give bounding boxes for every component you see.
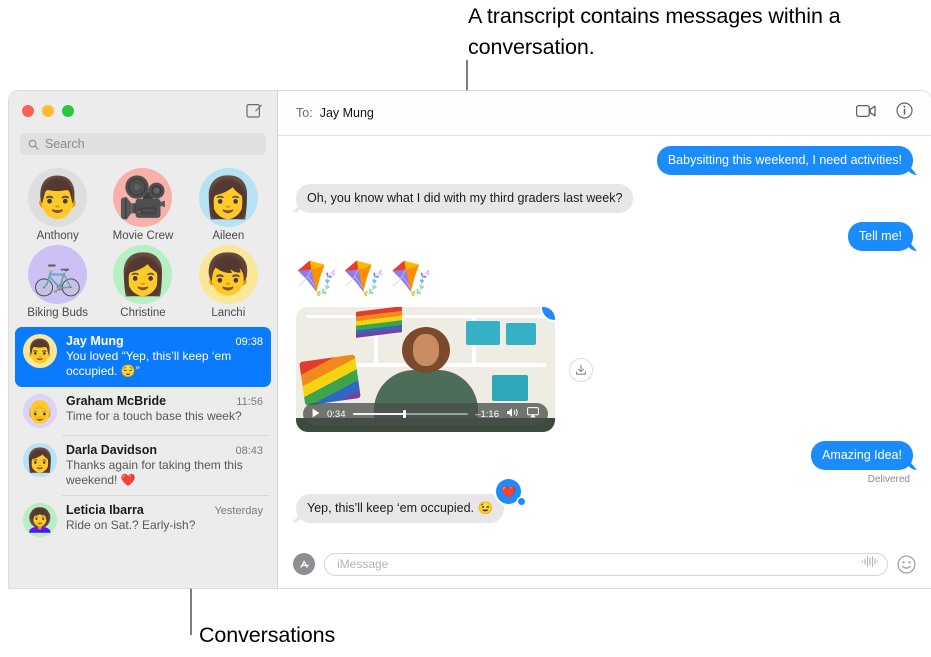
elapsed-time: 0:34 xyxy=(327,408,346,420)
maximize-button[interactable] xyxy=(62,104,74,117)
video-camera-icon[interactable] xyxy=(855,104,876,123)
conversation-list: 👨 Jay Mung 09:38 You loved “Yep, this’ll… xyxy=(9,325,277,588)
video-scrubber[interactable] xyxy=(352,410,469,419)
volume-icon[interactable] xyxy=(506,407,520,421)
pinned-conversations: 👨 Anthony 🎥 Movie Crew 👩 Aileen 🚲 Biking… xyxy=(9,164,277,325)
app-store-icon[interactable] xyxy=(293,553,315,575)
pinned-item-anthony[interactable]: 👨 Anthony xyxy=(15,168,100,242)
avatar: 👩 xyxy=(113,245,173,304)
message-row: 🪁🪁🪁 xyxy=(296,260,913,298)
avatar: 👨 xyxy=(28,168,88,227)
emoji-smiley-icon[interactable] xyxy=(897,555,916,574)
conversation-preview: Thanks again for taking them this weeken… xyxy=(66,458,243,487)
delivery-status: Delivered xyxy=(867,474,910,485)
airplay-icon[interactable] xyxy=(527,407,539,421)
avatar: 👩‍🦱 xyxy=(23,503,57,537)
message-row: Oh, you know what I did with my third gr… xyxy=(296,184,913,213)
avatar: 🚲 xyxy=(28,245,88,304)
transcript-pane: To: Jay Mung Babysitting this weekend, I… xyxy=(278,91,931,588)
conversation-row-jay-mung[interactable]: 👨 Jay Mung 09:38 You loved “Yep, this’ll… xyxy=(15,327,271,387)
search-container: Search xyxy=(9,130,277,164)
annotation-transcript: A transcript contains messages within a … xyxy=(468,4,841,59)
conversation-time: 08:43 xyxy=(235,445,263,457)
pinned-item-label: Aileen xyxy=(212,230,245,242)
compose-icon[interactable] xyxy=(246,102,263,119)
avatar: 👦 xyxy=(198,245,258,304)
conversation-time: Yesterday xyxy=(214,505,263,517)
conversation-preview: Time for a touch base this week? xyxy=(66,409,242,423)
avatar: 👩 xyxy=(23,443,57,477)
conversation-name: Jay Mung xyxy=(66,334,124,348)
annotation-conversations: Conversations xyxy=(199,623,336,647)
minimize-button[interactable] xyxy=(42,104,54,117)
messages-window: Search 👨 Anthony 🎥 Movie Crew 👩 Aileen 🚲… xyxy=(9,91,931,588)
header-actions xyxy=(855,102,913,124)
annotation-leader-line-bottom xyxy=(190,588,192,635)
message-row: Amazing Idea! xyxy=(296,441,913,470)
avatar: 🎥 xyxy=(113,168,173,227)
message-bubble-received[interactable]: Oh, you know what I did with my third gr… xyxy=(296,184,634,213)
pinned-item-aileen[interactable]: 👩 Aileen xyxy=(186,168,271,242)
message-row: 0:34 –1:16 ❤️ xyxy=(296,307,913,432)
message-input[interactable]: iMessage xyxy=(324,552,888,576)
message-emoji-kites[interactable]: 🪁🪁🪁 xyxy=(296,260,438,298)
conversation-row-leticia-ibarra[interactable]: 👩‍🦱 Leticia Ibarra Yesterday Ride on Sat… xyxy=(15,496,271,545)
message-row: Tell me! xyxy=(296,222,913,251)
scrubber-knob[interactable] xyxy=(403,410,407,419)
window-titlebar xyxy=(9,91,277,130)
message-row: Yep, this’ll keep ‘em occupied. 😉 ❤️ xyxy=(296,479,913,523)
recipient-field[interactable]: Jay Mung xyxy=(320,106,374,120)
pinned-item-label: Movie Crew xyxy=(112,230,174,242)
pinned-item-label: Christine xyxy=(120,307,166,319)
audio-waveform-icon[interactable] xyxy=(861,555,879,573)
close-button[interactable] xyxy=(22,104,34,117)
search-input[interactable]: Search xyxy=(20,133,266,155)
person-face xyxy=(412,334,439,366)
download-icon[interactable] xyxy=(569,357,593,382)
conversation-preview: You loved “Yep, this’ll keep ‘em occupie… xyxy=(66,349,232,378)
conversation-time: 09:38 xyxy=(235,336,263,348)
avatar: 👴 xyxy=(23,394,57,428)
sidebar: Search 👨 Anthony 🎥 Movie Crew 👩 Aileen 🚲… xyxy=(9,91,278,588)
conversation-name: Leticia Ibarra xyxy=(66,503,144,517)
avatar: 👨 xyxy=(23,334,57,368)
video-playback-controls[interactable]: 0:34 –1:16 xyxy=(303,403,548,425)
message-row: Babysitting this weekend, I need activit… xyxy=(296,146,913,175)
play-icon[interactable] xyxy=(312,408,320,421)
search-icon xyxy=(28,139,39,150)
tapback-heart[interactable]: ❤️ xyxy=(496,479,526,505)
message-transcript: Babysitting this weekend, I need activit… xyxy=(278,136,931,544)
conversation-preview: Ride on Sat.? Early-ish? xyxy=(66,518,196,532)
pinned-item-label: Biking Buds xyxy=(27,307,89,319)
pinned-item-movie-crew[interactable]: 🎥 Movie Crew xyxy=(100,168,185,242)
message-bubble-sent[interactable]: Babysitting this weekend, I need activit… xyxy=(656,146,913,175)
pinned-item-biking-buds[interactable]: 🚲 Biking Buds xyxy=(15,245,100,319)
conversation-row-graham-mcbride[interactable]: 👴 Graham McBride 11:56 Time for a touch … xyxy=(15,387,271,436)
search-placeholder: Search xyxy=(45,137,85,151)
rainbow-kite-decor xyxy=(299,354,361,406)
message-composer: iMessage xyxy=(278,544,931,588)
transcript-header: To: Jay Mung xyxy=(278,91,931,136)
pinned-item-lanchi[interactable]: 👦 Lanchi xyxy=(186,245,271,319)
conversation-row-darla-davidson[interactable]: 👩 Darla Davidson 08:43 Thanks again for … xyxy=(15,436,271,496)
conversation-name: Darla Davidson xyxy=(66,443,158,457)
pinned-item-label: Anthony xyxy=(36,230,79,242)
video-message-attachment[interactable]: 0:34 –1:16 ❤️ xyxy=(296,307,555,432)
conversation-name: Graham McBride xyxy=(66,394,167,408)
pinned-item-label: Lanchi xyxy=(211,307,246,319)
traffic-lights xyxy=(22,104,74,117)
conversation-time: 11:56 xyxy=(236,396,263,408)
avatar: 👩 xyxy=(198,168,258,227)
message-bubble-received[interactable]: Yep, this’ll keep ‘em occupied. 😉 ❤️ xyxy=(296,479,526,523)
message-input-placeholder: iMessage xyxy=(337,557,389,571)
to-label: To: xyxy=(296,106,313,120)
message-text: Yep, this’ll keep ‘em occupied. 😉 xyxy=(307,501,494,515)
remaining-time: –1:16 xyxy=(475,408,499,420)
message-bubble-sent[interactable]: Tell me! xyxy=(847,222,913,251)
message-bubble-sent[interactable]: Amazing Idea! xyxy=(811,441,913,470)
info-circle-icon[interactable] xyxy=(896,102,913,124)
pinned-item-christine[interactable]: 👩 Christine xyxy=(100,245,185,319)
